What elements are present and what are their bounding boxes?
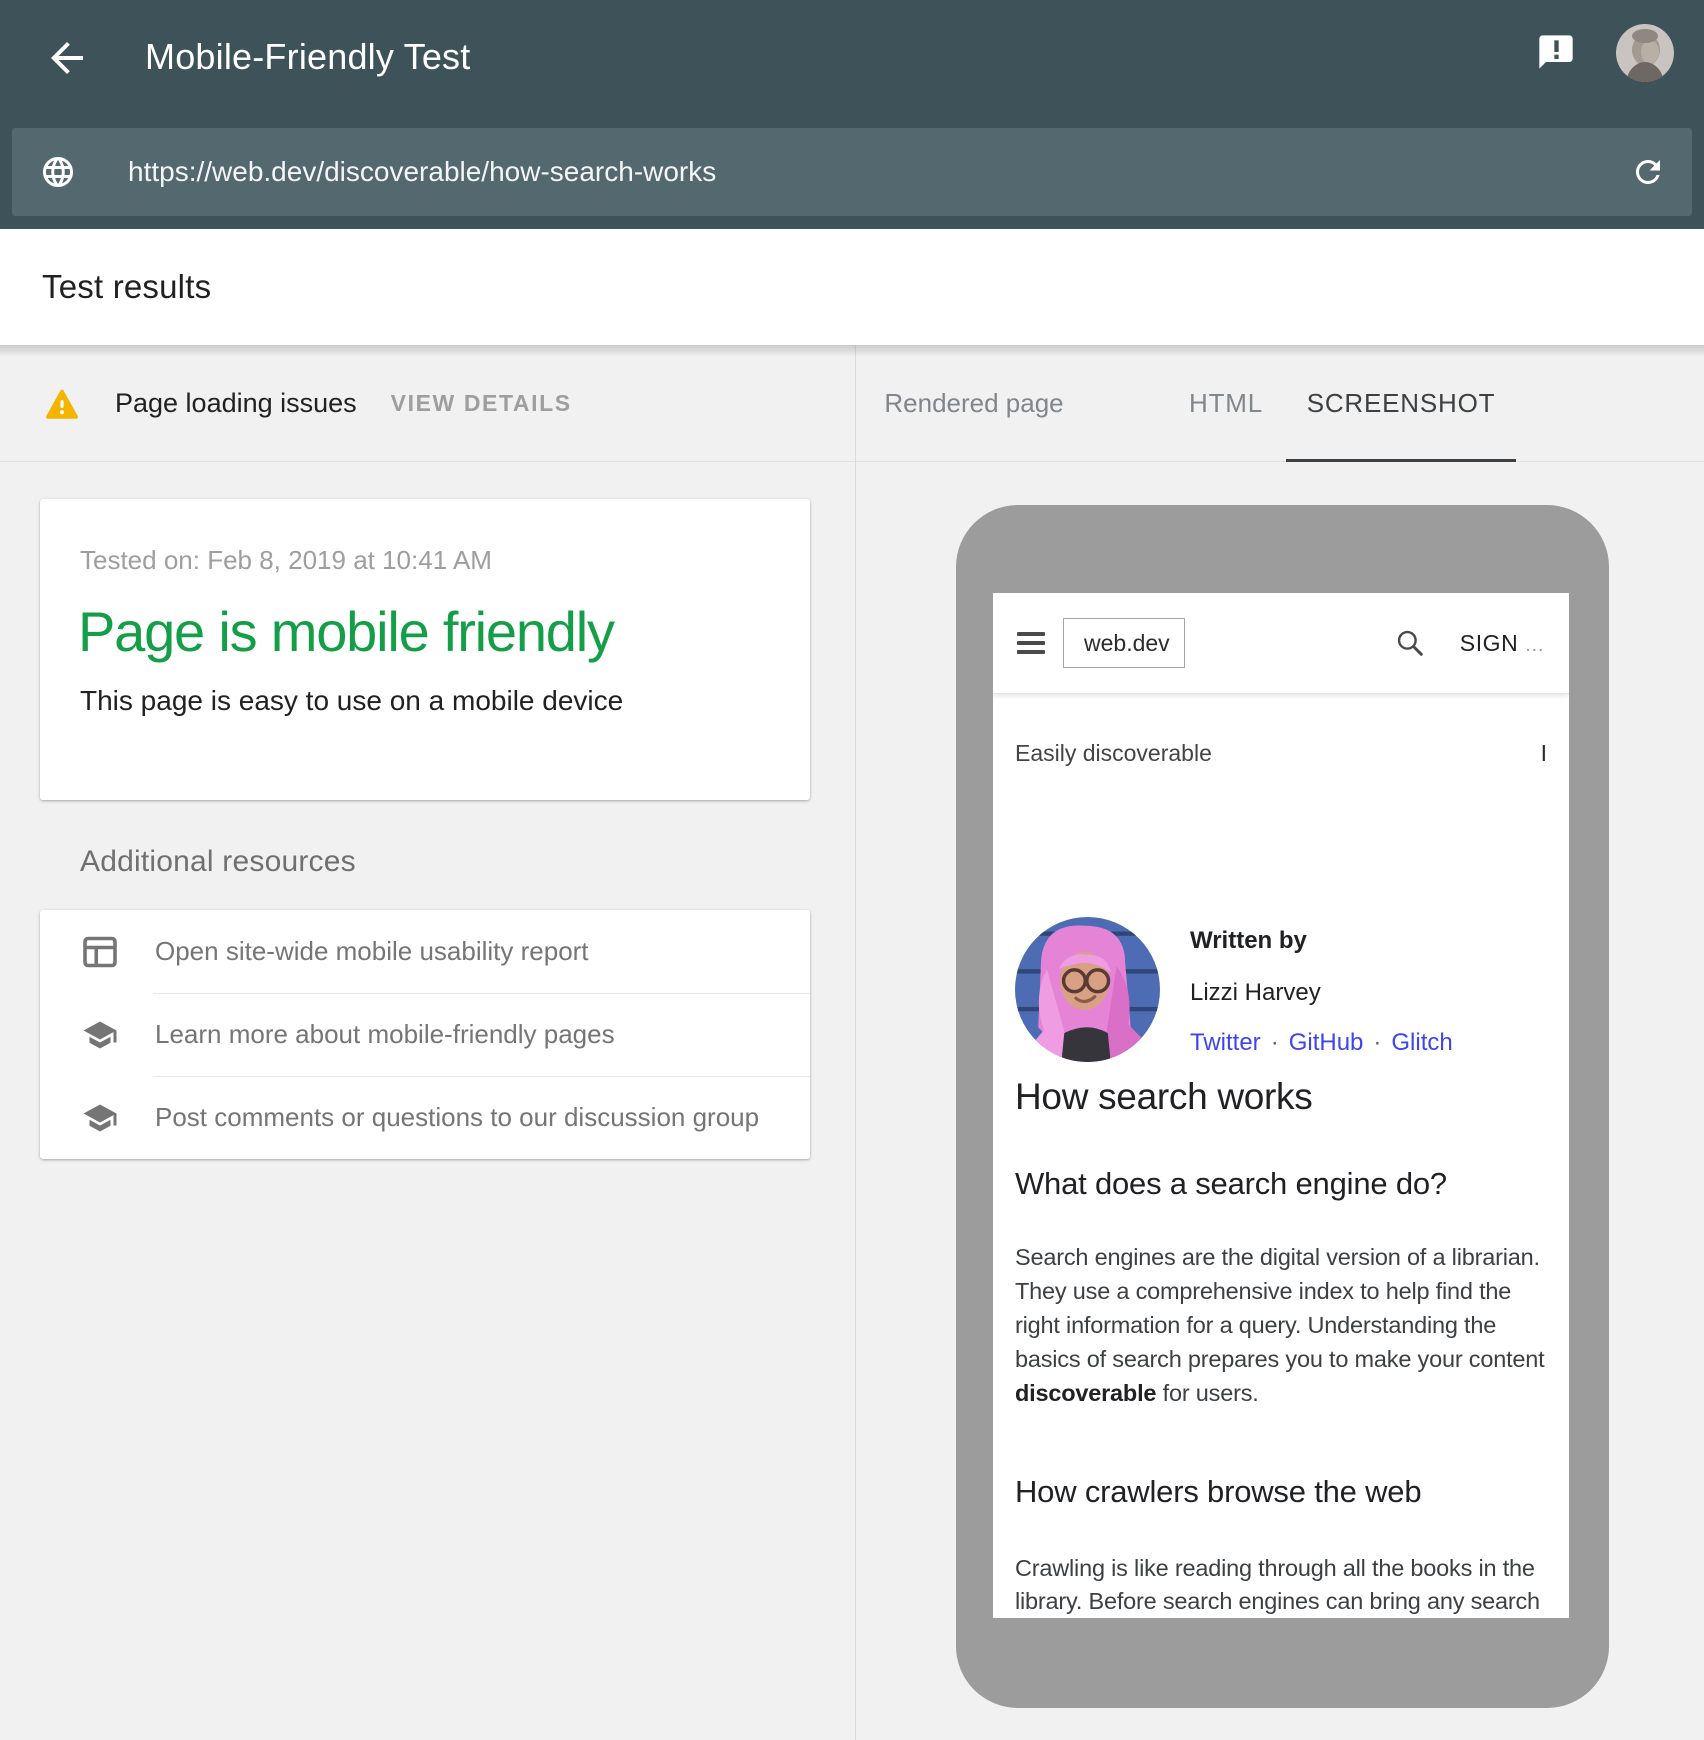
warning-label: Page loading issues bbox=[115, 388, 357, 419]
tested-on-timestamp: Tested on: Feb 8, 2019 at 10:41 AM bbox=[80, 545, 492, 576]
avatar-photo bbox=[1616, 24, 1674, 82]
active-tab-underline bbox=[1286, 459, 1516, 462]
feedback-button[interactable] bbox=[1536, 32, 1576, 72]
refresh-icon bbox=[1630, 154, 1666, 190]
app-title: Mobile-Friendly Test bbox=[145, 36, 470, 78]
sign-in-ellipsis: … bbox=[1524, 634, 1545, 656]
screenshot-site-name: web.dev bbox=[1084, 630, 1170, 657]
refresh-button[interactable] bbox=[1630, 154, 1666, 190]
article-paragraph-1: Search engines are the digital version o… bbox=[1015, 1240, 1547, 1410]
additional-resources-heading: Additional resources bbox=[80, 845, 356, 879]
page-title: Test results bbox=[42, 229, 211, 345]
link-separator: · bbox=[1261, 1029, 1289, 1056]
search-icon bbox=[1394, 627, 1426, 659]
app-bar: Mobile-Friendly Test https://web.dev/dis… bbox=[0, 0, 1704, 229]
page-loading-issues-row: Page loading issues VIEW DETAILS bbox=[0, 345, 855, 462]
left-panel: Page loading issues VIEW DETAILS Tested … bbox=[0, 345, 855, 1740]
resource-item-usability-report[interactable]: Open site-wide mobile usability report bbox=[40, 910, 810, 993]
back-arrow-icon bbox=[43, 34, 91, 82]
hamburger-menu-icon bbox=[1017, 627, 1045, 659]
article-subheading-2: How crawlers browse the web bbox=[1015, 1474, 1547, 1510]
screenshot-search-box: web.dev bbox=[1063, 618, 1185, 668]
paragraph-bold-text: discoverable bbox=[1015, 1380, 1156, 1406]
tab-screenshot[interactable]: SCREENSHOT bbox=[1307, 345, 1496, 462]
phone-mockup: web.dev SIGN… Easily discoverable I bbox=[956, 505, 1609, 1708]
tab-html[interactable]: HTML bbox=[1189, 345, 1263, 462]
screenshot-browser-header: web.dev SIGN… bbox=[993, 593, 1569, 693]
sign-in-text: SIGN bbox=[1460, 630, 1519, 656]
tabs-row: Rendered page HTML SCREENSHOT bbox=[856, 345, 1704, 462]
phone-screenshot: web.dev SIGN… Easily discoverable I bbox=[993, 593, 1569, 1618]
author-name: Lizzi Harvey bbox=[1190, 979, 1453, 1007]
paragraph-text: for users. bbox=[1156, 1380, 1258, 1406]
school-icon bbox=[82, 1017, 118, 1053]
feedback-icon bbox=[1536, 32, 1576, 72]
article-title: How search works bbox=[1015, 1076, 1547, 1118]
sign-in-label: SIGN… bbox=[1460, 630, 1545, 657]
author-block: Written by Lizzi Harvey Twitter·GitHub·G… bbox=[1015, 917, 1547, 1062]
right-panel: Rendered page HTML SCREENSHOT web.dev bbox=[855, 345, 1704, 1740]
school-icon bbox=[82, 1100, 118, 1136]
article-subheading-1: What does a search engine do? bbox=[1015, 1166, 1547, 1202]
resource-item-label: Open site-wide mobile usability report bbox=[155, 936, 589, 967]
verdict-description: This page is easy to use on a mobile dev… bbox=[80, 685, 623, 717]
link-glitch: Glitch bbox=[1391, 1029, 1452, 1056]
back-button[interactable] bbox=[43, 34, 91, 82]
content-area: Page loading issues VIEW DETAILS Tested … bbox=[0, 345, 1704, 1740]
resource-item-label: Learn more about mobile-friendly pages bbox=[155, 1019, 615, 1050]
tab-rendered-page[interactable]: Rendered page bbox=[884, 345, 1063, 462]
warning-triangle-icon bbox=[45, 388, 79, 419]
url-text[interactable]: https://web.dev/discoverable/how-search-… bbox=[128, 128, 716, 216]
section-title: Easily discoverable bbox=[1015, 740, 1212, 767]
screenshot-section-row: Easily discoverable I bbox=[1015, 740, 1547, 767]
result-card: Tested on: Feb 8, 2019 at 10:41 AM Page … bbox=[40, 499, 810, 800]
app-bar-row: Mobile-Friendly Test bbox=[0, 0, 1704, 122]
usability-report-icon bbox=[82, 934, 118, 970]
link-twitter: Twitter bbox=[1190, 1029, 1261, 1056]
results-band: Test results bbox=[0, 229, 1704, 345]
link-github: GitHub bbox=[1289, 1029, 1364, 1056]
article-paragraph-2: Crawling is like reading through all the… bbox=[1015, 1552, 1547, 1618]
author-details: Written by Lizzi Harvey Twitter·GitHub·G… bbox=[1190, 917, 1453, 1062]
account-avatar[interactable] bbox=[1616, 24, 1674, 82]
verdict-heading: Page is mobile friendly bbox=[78, 599, 614, 664]
resources-card: Open site-wide mobile usability report L… bbox=[40, 910, 810, 1159]
author-links: Twitter·GitHub·Glitch bbox=[1190, 1029, 1453, 1057]
author-avatar bbox=[1015, 917, 1160, 1062]
url-bar[interactable]: https://web.dev/discoverable/how-search-… bbox=[12, 128, 1692, 216]
globe-icon bbox=[40, 154, 76, 190]
view-details-link[interactable]: VIEW DETAILS bbox=[391, 390, 572, 417]
resource-item-label: Post comments or questions to our discus… bbox=[155, 1102, 759, 1133]
paragraph-text: Search engines are the digital version o… bbox=[1015, 1244, 1544, 1372]
resource-item-discussion-group[interactable]: Post comments or questions to our discus… bbox=[40, 1076, 810, 1159]
section-trailing-glyph: I bbox=[1541, 740, 1547, 767]
link-separator: · bbox=[1363, 1029, 1391, 1056]
resource-item-learn-more[interactable]: Learn more about mobile-friendly pages bbox=[40, 993, 810, 1076]
written-by-label: Written by bbox=[1190, 927, 1453, 955]
screenshot-page-body: Easily discoverable I bbox=[993, 740, 1569, 1618]
